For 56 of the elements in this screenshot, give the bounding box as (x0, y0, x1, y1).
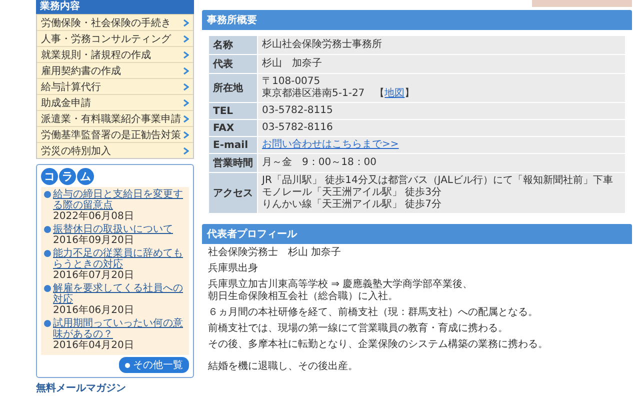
profile-paragraph: ６ヵ月間の本社研修を経て、前橋支社（現：群馬支社）への配属となる。 (208, 307, 539, 319)
column-link[interactable]: 給与の締日と支給日を変更する際の留意点 (53, 189, 186, 211)
table-label: TEL (208, 102, 258, 120)
column-date: 2022年06月08日 (52, 211, 135, 222)
table-cell: 〒108-0075 東京都港区港南5-1-27 【地図】 (258, 74, 626, 102)
menu-item[interactable]: 派遣業・有料職業紹介事業申請 (37, 110, 193, 126)
bullet-icon (44, 320, 51, 327)
table-cell: JR「品川駅」 徒歩14分又は都営バス（JALビル行）にて「報知新聞社前」下車 モノレール「天王洲アイル駅」 徒歩3分 りんかい線「天王洲アイル駅」 徒歩7分 (258, 172, 626, 214)
table-cell: 杉山社会保険労務士事務所 (258, 36, 626, 54)
menu-item[interactable]: 給与計算代行 (37, 78, 193, 94)
menu-item[interactable]: 人事・労務コンサルティング (37, 30, 193, 46)
column-title-char: コ (41, 168, 58, 185)
table-label: 名称 (208, 36, 258, 54)
profile-paragraph: 結婚を機に退職し、その後出産。 (208, 361, 359, 373)
table-cell: 月～金 9：00～18：00 (258, 154, 626, 172)
column-date: 2016年09月20日 (52, 235, 135, 246)
table-cell: 03-5782-8115 (258, 102, 626, 120)
menu-item[interactable]: 助成金申請 (37, 94, 193, 110)
column-date: 2016年06月20日 (52, 305, 135, 316)
profile-paragraph: 兵庫県出身 (208, 263, 259, 275)
profile-paragraph: その後、多摩本社に転勤となり、企業保険のシステム構築の業務に携わる。 (208, 339, 549, 351)
link[interactable]: お問い合わせはこちらまで>> (262, 139, 399, 150)
bullet-icon (44, 250, 51, 257)
table-label: E-mail (208, 136, 258, 154)
bullet-icon (44, 285, 51, 292)
newsletter-link[interactable]: 無料メールマガジン (36, 381, 194, 395)
profile-paragraph: 兵庫県立加古川東高等学校 ⇒ 慶應義塾大学商学部卒業後、 朝日生命保険相互会社（総合職）に入社。 (208, 279, 474, 303)
column-title-char: ム (77, 168, 94, 185)
section-heading: 代表者プロフィール (202, 224, 632, 244)
more-button[interactable]: その他一覧 (119, 357, 189, 373)
column-link[interactable]: 試用期間っていったい何の意味があるの？ (53, 318, 186, 340)
menu-item[interactable]: 労働保険・社会保険の手続き (37, 14, 193, 30)
profile-paragraph: 前橋支社では、現場の第一線にて営業職員の教育・育成に携わる。 (208, 323, 509, 335)
column-link[interactable]: 能力不足の従業員に辞めてもらうときの対応 (53, 248, 186, 270)
profile-paragraph: 社会保険労務士 杉山 加奈子 (208, 247, 342, 259)
menu-title: 業務内容 (36, 0, 194, 14)
table-label: 代表 (208, 54, 258, 74)
menu-item[interactable]: 労災の特別加入 (37, 142, 193, 158)
table-label: アクセス (208, 172, 258, 214)
table-cell: 03-5782-8116 (258, 120, 626, 136)
column-link[interactable]: 振替休日の取扱いについて (53, 224, 173, 235)
column-date: 2016年04月20日 (52, 340, 135, 351)
table-label: FAX (208, 120, 258, 136)
table-cell: 杉山 加奈子 (258, 54, 626, 74)
menu-item[interactable]: 雇用契約書の作成 (37, 62, 193, 78)
menu-item[interactable]: 就業規則・諸規程の作成 (37, 46, 193, 62)
link[interactable]: 地図 (384, 88, 405, 99)
column-date: 2016年07月20日 (52, 270, 135, 281)
column-link[interactable]: 解雇を要求してくる社員への対応 (53, 283, 186, 305)
bullet-icon (44, 226, 51, 233)
section-heading: 事務所概要 (202, 10, 632, 30)
column-title-char: ラ (59, 168, 76, 185)
table-label: 営業時間 (208, 154, 258, 172)
menu-item[interactable]: 労働基準監督署の是正勧告対策 (37, 126, 193, 142)
bullet-icon (44, 191, 51, 198)
table-label: 所在地 (208, 74, 258, 102)
